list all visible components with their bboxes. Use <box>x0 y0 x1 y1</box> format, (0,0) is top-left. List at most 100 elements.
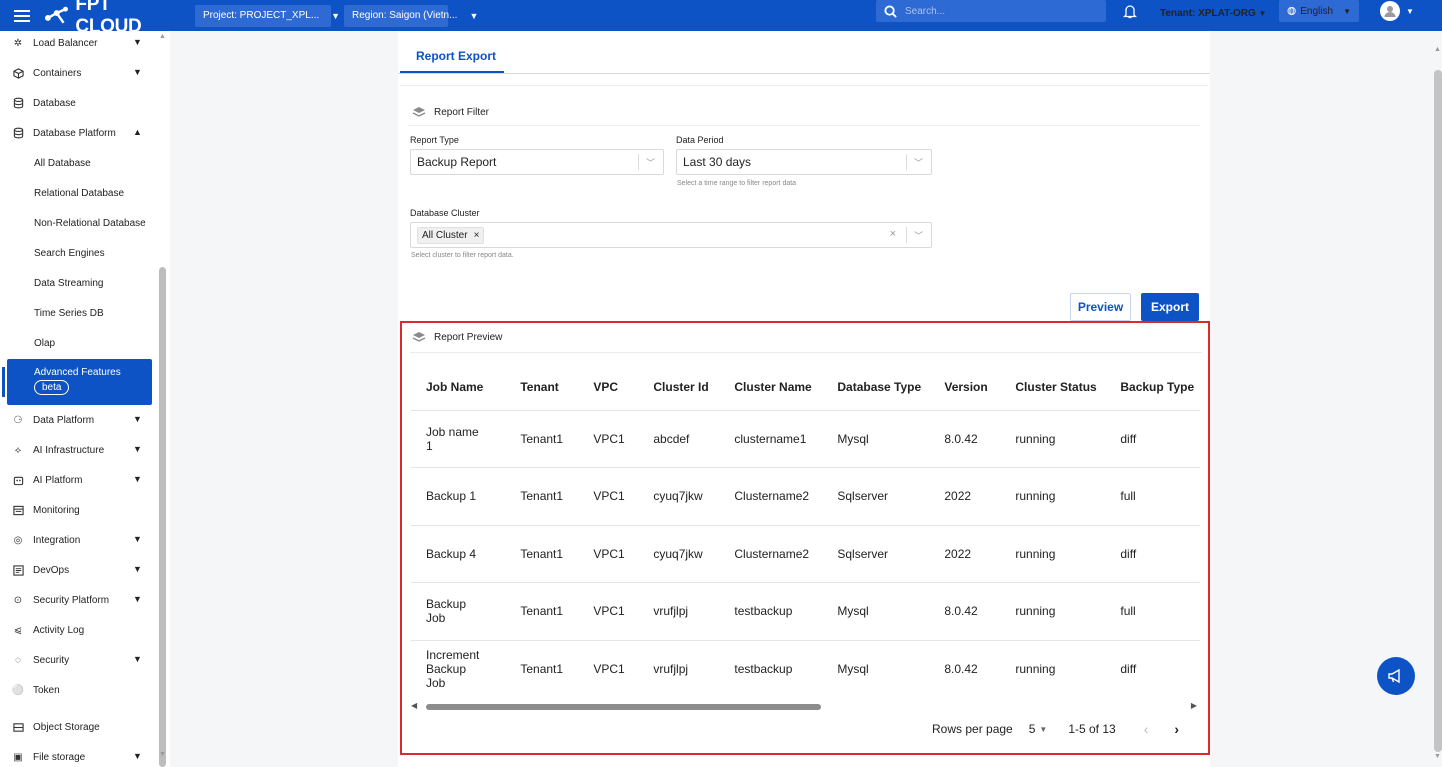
load-balancer-icon: ✲ <box>13 37 23 49</box>
sidebar-item-label: Data Platform <box>33 414 95 426</box>
column-header[interactable]: Cluster Status <box>1000 364 1106 411</box>
data-period-select[interactable]: Last 30 days ﹀ <box>676 149 932 175</box>
previous-page-icon[interactable]: ‹ <box>1144 721 1149 737</box>
table-row[interactable]: Job name 1 Tenant1 VPC1 abcdef clusterna… <box>411 410 1201 468</box>
sidebar-item-activity-log[interactable]: ⩿ Activity Log <box>0 615 170 645</box>
column-header[interactable]: Version <box>929 364 1001 411</box>
sidebar-item-token[interactable]: ⚪ Token <box>0 675 170 705</box>
layers-icon <box>412 332 426 342</box>
search-box[interactable]: Search... <box>876 0 1106 22</box>
scroll-left-arrow-icon[interactable]: ◀ <box>411 701 417 710</box>
sidebar-item-database[interactable]: Database <box>0 88 170 118</box>
sidebar: ✲ Load Balancer ▼ Containers ▼ Database … <box>0 31 170 767</box>
page-range: 1-5 of 13 <box>1068 722 1116 736</box>
sidebar-item-object-storage[interactable]: Object Storage <box>0 712 170 742</box>
column-header[interactable]: Tenant <box>505 364 579 411</box>
cell-vpc: VPC1 <box>593 662 625 676</box>
column-header[interactable]: Database Type <box>822 364 930 411</box>
tab-report-export[interactable]: Report Export <box>400 43 504 73</box>
project-selector[interactable]: Project: PROJECT_XPL... ▼ <box>195 4 340 27</box>
sidebar-item-devops[interactable]: DevOps ▼ <box>0 555 170 585</box>
cell-cluster-status: running <box>1000 410 1106 468</box>
table-row[interactable]: Backup Job Tenant1 VPC1 vrufjlpj testbac… <box>411 582 1201 641</box>
sidebar-scrollbar[interactable] <box>159 267 166 767</box>
chevron-up-icon: ▲ <box>133 127 142 137</box>
hamburger-menu-icon[interactable] <box>0 0 44 31</box>
table-row[interactable]: Increment Backup Job Tenant1 VPC1 vrufjl… <box>411 640 1200 698</box>
feedback-megaphone-button[interactable] <box>1377 657 1415 695</box>
page-scroll-down-icon[interactable]: ▼ <box>1434 753 1441 760</box>
table-row[interactable]: Backup 4 Tenant1 VPC1 cyuq7jkw Clusterna… <box>411 525 1201 583</box>
sidebar-subitem-relational-database[interactable]: Relational Database <box>0 178 170 208</box>
data-period-label: Data Period <box>676 135 724 145</box>
sidebar-item-ai-infrastructure[interactable]: ⟡ AI Infrastructure ▼ <box>0 435 170 465</box>
column-header[interactable]: Job Name <box>411 364 506 411</box>
cell-backup-type: diff <box>1105 410 1201 468</box>
user-menu[interactable]: ▼ <box>1380 1 1414 21</box>
cell-version: 8.0.42 <box>929 410 1001 468</box>
notification-bell-icon[interactable] <box>1122 4 1138 22</box>
rows-per-page-select[interactable]: 5 ▼ <box>1029 722 1048 736</box>
page-scrollbar[interactable] <box>1434 70 1442 752</box>
scrollbar-thumb[interactable] <box>426 704 821 710</box>
next-page-icon[interactable]: › <box>1174 721 1179 737</box>
sidebar-item-file-storage[interactable]: ▣ File storage ▼ <box>0 742 170 767</box>
sidebar-item-security[interactable]: ◌ Security ▼ <box>0 645 170 675</box>
page-scroll-up-icon[interactable]: ▲ <box>1434 46 1441 53</box>
sidebar-subitem-search-engines[interactable]: Search Engines <box>0 238 170 268</box>
sidebar-subitem-time-series-db[interactable]: Time Series DB <box>0 298 170 328</box>
monitor-icon <box>12 504 24 516</box>
column-header[interactable]: Backup Type <box>1105 364 1201 411</box>
sidebar-subitem-advanced-features[interactable]: Advanced Features beta <box>7 359 152 405</box>
rows-per-page-value: 5 <box>1028 722 1036 736</box>
cell-vpc: VPC1 <box>578 582 639 641</box>
sidebar-subitem-data-streaming[interactable]: Data Streaming <box>0 268 170 298</box>
database-cluster-label: Database Cluster <box>410 208 480 218</box>
table-row[interactable]: Backup 1 Tenant1 VPC1 cyuq7jkw Clusterna… <box>411 467 1201 526</box>
tenant-selector[interactable]: Tenant: XPLAT-ORG ▼ <box>1160 8 1266 19</box>
sidebar-item-integration[interactable]: ◎ Integration ▼ <box>0 525 170 555</box>
scroll-right-arrow-icon[interactable]: ▶ <box>1191 701 1197 710</box>
fpt-logo-icon <box>44 6 68 24</box>
sidebar-subitem-all-database[interactable]: All Database <box>0 148 170 178</box>
tag-close-icon[interactable]: × <box>474 230 480 241</box>
chevron-down-icon: ▼ <box>133 654 142 664</box>
column-header[interactable]: Cluster Id <box>638 364 720 411</box>
sidebar-item-load-balancer[interactable]: ✲ Load Balancer ▼ <box>0 31 170 58</box>
pagination: Rows per page 5 ▼ 1-5 of 13 ‹ › <box>932 721 1179 737</box>
sidebar-subitem-olap[interactable]: Olap <box>0 328 170 358</box>
caret-down-icon: ▼ <box>1406 6 1414 16</box>
chevron-down-icon: ▼ <box>133 564 142 574</box>
sidebar-item-monitoring[interactable]: Monitoring <box>0 495 170 525</box>
sidebar-item-ai-platform[interactable]: AI Platform ▼ <box>0 465 170 495</box>
megaphone-icon <box>1388 668 1400 684</box>
cell-job-name: Increment Backup Job <box>426 648 480 690</box>
storage-icon <box>12 721 24 733</box>
clear-icon[interactable]: × <box>890 228 896 240</box>
column-header[interactable]: VPC <box>578 364 639 411</box>
report-preview-title: Report Preview <box>434 331 503 343</box>
cluster-tag-label: All Cluster <box>422 229 468 241</box>
cell-tenant: Tenant1 <box>505 467 579 526</box>
scroll-up-arrow-icon[interactable]: ▲ <box>159 33 166 40</box>
sidebar-item-database-platform[interactable]: Database Platform ▲ <box>0 118 170 148</box>
search-icon <box>884 4 897 18</box>
scroll-down-arrow-icon[interactable]: ▼ <box>159 751 166 758</box>
beta-badge: beta <box>34 380 70 395</box>
export-button[interactable]: Export <box>1141 293 1199 321</box>
sidebar-item-security-platform[interactable]: ⊙ Security Platform ▼ <box>0 585 170 615</box>
preview-button[interactable]: Preview <box>1070 293 1131 321</box>
sidebar-subitem-non-relational-database[interactable]: Non-Relational Database <box>0 208 170 238</box>
region-selector[interactable]: Region: Saigon (Vietn... ▼ <box>344 4 478 27</box>
sidebar-item-containers[interactable]: Containers ▼ <box>0 58 170 88</box>
horizontal-scrollbar[interactable]: ◀ ▶ <box>411 700 1197 710</box>
column-header[interactable]: Cluster Name <box>719 364 823 411</box>
cluster-tag[interactable]: All Cluster × <box>417 226 485 244</box>
database-cluster-select[interactable]: All Cluster × × ﹀ <box>410 222 932 248</box>
divider <box>638 154 639 170</box>
chevron-down-icon: ▼ <box>133 67 142 77</box>
sidebar-item-data-platform[interactable]: ⚆ Data Platform ▼ <box>0 405 170 435</box>
language-selector[interactable]: English ▼ <box>1279 0 1359 22</box>
report-type-select[interactable]: Backup Report ﹀ <box>410 149 664 175</box>
cell-vpc: VPC1 <box>578 410 639 468</box>
